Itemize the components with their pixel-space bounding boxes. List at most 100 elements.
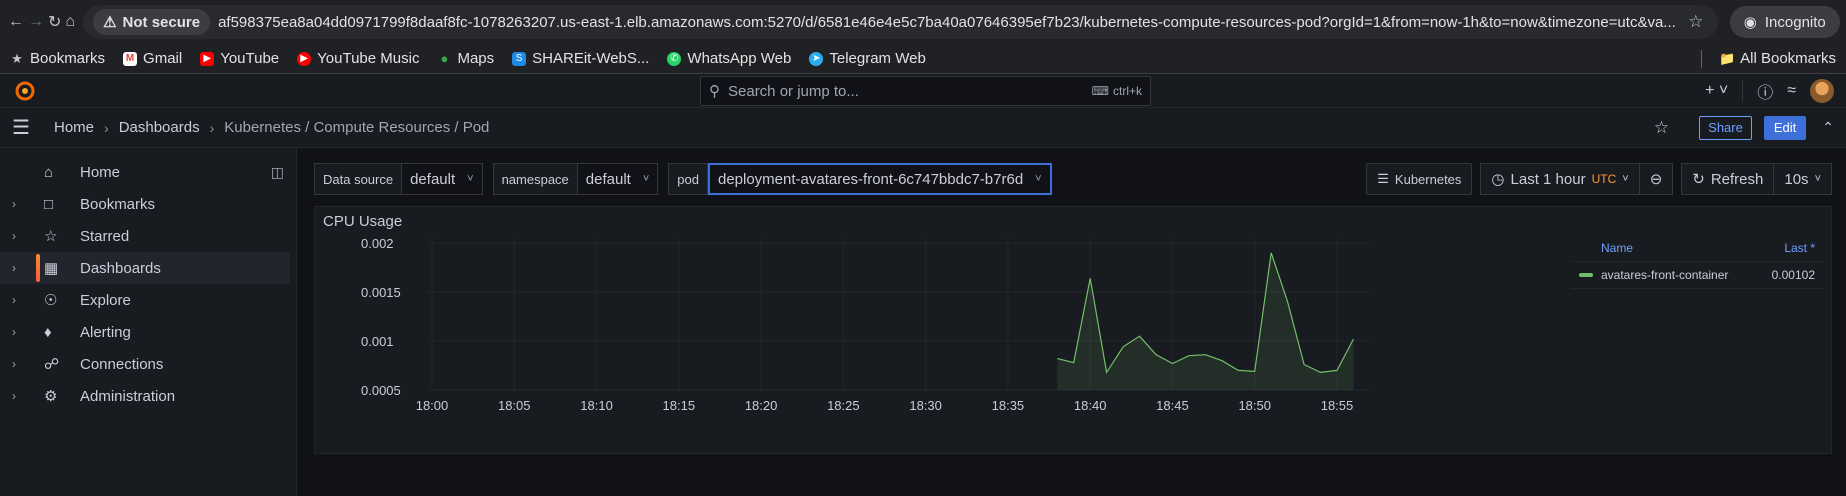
bookmark-star-icon[interactable]: ☆ (1684, 12, 1708, 32)
breadcrumb-home[interactable]: Home (54, 119, 94, 136)
namespace-value: default (585, 170, 631, 188)
connections-icon: ☍ (44, 356, 60, 373)
chevron-right-icon[interactable]: › (12, 229, 32, 243)
sidebar-item-label: Administration (80, 387, 176, 405)
shortcut-label: ctrl+k (1112, 84, 1142, 98)
cpu-usage-chart[interactable]: 0.002 0.0015 0.001 0.0005 18:00 18:05 18:10 18:… (315, 207, 1583, 455)
refresh-interval-select[interactable]: 10s ˅ (1774, 163, 1832, 195)
chevron-right-icon[interactable]: › (12, 389, 32, 403)
namespace-variable: namespace default ˅ (492, 163, 659, 195)
bookmark-gmail[interactable]: M Gmail (123, 50, 182, 67)
sidebar-item-connections[interactable]: › ☍ Connections (0, 348, 290, 380)
sidebar-item-administration[interactable]: › ⚙ Administration (0, 380, 290, 412)
pod-select[interactable]: deployment-avatares-front-6c747bbdc7-b7r… (707, 163, 1052, 195)
time-controls: ☰ Kubernetes ◷ Last 1 hour UTC ˅ ⊖ ↻ Refresh … (1366, 163, 1832, 195)
chevron-right-icon[interactable]: › (12, 197, 32, 211)
y-tick-label: 0.0005 (361, 383, 401, 398)
incognito-label: Incognito (1764, 13, 1826, 31)
breadcrumb-current: Kubernetes / Compute Resources / Pod (224, 119, 490, 136)
refresh-button[interactable]: ↻ Refresh (1681, 163, 1775, 195)
search-shortcut: ⌨ ctrl+k (1092, 84, 1142, 98)
zoom-out-icon: ⊖ (1649, 171, 1663, 188)
chevron-right-icon[interactable]: › (12, 325, 32, 339)
x-tick-label: 18:30 (909, 398, 942, 413)
chevron-right-icon[interactable]: › (12, 293, 32, 307)
sidebar-item-alerting[interactable]: › ♦ Alerting (0, 316, 290, 348)
search-bar[interactable]: ⚲ Search or jump to... ⌨ ctrl+k (700, 76, 1151, 106)
refresh-label: Refresh (1710, 170, 1764, 188)
not-secure-label: Not secure (122, 13, 201, 31)
bookmark-maps[interactable]: ● Maps (437, 50, 495, 67)
chart-legend: Name Last * avatares-front-container 0.0… (1571, 235, 1823, 289)
x-tick-label: 18:40 (1074, 398, 1107, 413)
home-icon: ⌂ (44, 163, 54, 181)
grafana-logo-icon[interactable] (12, 78, 38, 104)
add-new-icon[interactable]: + ˅ (1705, 82, 1728, 100)
bookmark-youtube-music[interactable]: ▶ YouTube Music (297, 50, 419, 67)
datasource-select[interactable]: default ˅ (402, 163, 483, 195)
time-range-picker[interactable]: ◷ Last 1 hour UTC ˅ (1480, 163, 1640, 195)
back-icon[interactable]: ← (8, 7, 24, 37)
sidebar-item-dashboards[interactable]: › ▦ Dashboards (0, 252, 290, 284)
namespace-select[interactable]: default ˅ (577, 163, 659, 195)
dock-menu-icon[interactable]: ◫ (271, 164, 284, 181)
kubernetes-links-button[interactable]: ☰ Kubernetes (1366, 163, 1473, 195)
help-icon[interactable]: ⓘ (1757, 79, 1773, 103)
breadcrumb-separator-icon: › (209, 119, 215, 136)
chevron-right-icon[interactable]: › (12, 261, 32, 275)
folder-icon: 📁 (1719, 50, 1736, 66)
bookmark-label: YouTube (220, 50, 280, 67)
chevron-down-icon: ˅ (642, 173, 650, 185)
news-feed-icon[interactable]: ≈ (1787, 82, 1796, 100)
bell-icon: ♦ (44, 323, 52, 341)
youtube-music-icon: ▶ (297, 51, 312, 66)
sidebar-item-explore[interactable]: › ☉ Explore (0, 284, 290, 316)
legend-name-header[interactable]: Name (1601, 241, 1633, 255)
x-tick-label: 18:15 (663, 398, 696, 413)
favorite-star-icon[interactable]: ☆ (1654, 118, 1669, 138)
breadcrumb-dashboards[interactable]: Dashboards (119, 119, 200, 136)
bookmark-youtube[interactable]: ▶ YouTube (200, 50, 279, 67)
dashboards-grid-icon: ▦ (44, 260, 59, 277)
all-bookmarks[interactable]: 📁 All Bookmarks (1719, 50, 1836, 67)
sidebar-item-home[interactable]: ⌂ Home ◫ (0, 156, 290, 188)
refresh-icon: ↻ (1692, 171, 1705, 188)
bookmark-whatsapp[interactable]: ✆ WhatsApp Web (667, 50, 791, 67)
star-icon: ★ (11, 50, 23, 66)
user-avatar[interactable] (1810, 78, 1834, 103)
legend-item[interactable]: avatares-front-container 0.00102 (1571, 262, 1823, 289)
sidebar: ⌂ Home ◫ › □ Bookmarks › ☆ Starred › ▦ D… (0, 148, 297, 496)
sidebar-item-starred[interactable]: › ☆ Starred (0, 220, 290, 252)
incognito-badge[interactable]: ◉ Incognito (1729, 6, 1840, 38)
bookmark-icon: □ (44, 195, 54, 213)
legend-last-header[interactable]: Last * (1784, 241, 1815, 255)
pod-variable: pod deployment-avatares-front-6c747bbdc7… (668, 163, 1052, 195)
share-button[interactable]: Share (1699, 115, 1752, 140)
cpu-usage-panel[interactable]: CPU Usage 0.002 0.0015 0.001 0.0005 18:00 18:… (314, 206, 1832, 454)
bookmark-shareit[interactable]: S SHAREit-WebS... (512, 50, 649, 67)
x-tick-label: 18:25 (827, 398, 860, 413)
chevron-right-icon[interactable]: › (12, 357, 32, 371)
x-tick-label: 18:50 (1238, 398, 1271, 413)
datasource-label: Data source (314, 163, 403, 195)
not-secure-badge[interactable]: ⚠ Not secure (93, 9, 211, 35)
url-text[interactable]: af598375ea8a04dd0971799f8daaf8fc-1078263… (218, 14, 1676, 31)
bookmark-telegram[interactable]: ➤ Telegram Web (809, 50, 926, 67)
chevron-down-icon: ˅ (1622, 173, 1629, 185)
collapse-chevron-up-icon[interactable]: ⌃ (1822, 119, 1834, 136)
sidebar-item-bookmarks[interactable]: › □ Bookmarks (0, 188, 290, 220)
bookmark-bookmarks[interactable]: ★ Bookmarks (10, 50, 105, 67)
edit-button[interactable]: Edit (1763, 115, 1807, 140)
address-bar[interactable]: ⚠ Not secure af598375ea8a04dd0971799f8da… (83, 5, 1718, 39)
datasource-variable: Data source default ˅ (314, 163, 483, 195)
zoom-out-button[interactable]: ⊖ (1639, 163, 1674, 195)
bookmark-label: WhatsApp Web (687, 50, 792, 67)
forward-icon[interactable]: → (28, 7, 44, 37)
menu-hamburger-icon[interactable]: ☰ (12, 115, 36, 140)
list-icon: ☰ (1377, 171, 1389, 186)
home-icon[interactable]: ⌂ (65, 7, 75, 37)
bookmark-label: Maps (457, 50, 495, 67)
youtube-icon: ▶ (200, 51, 215, 66)
bookmark-label: Bookmarks (30, 50, 106, 67)
reload-icon[interactable]: ↻ (48, 7, 61, 37)
